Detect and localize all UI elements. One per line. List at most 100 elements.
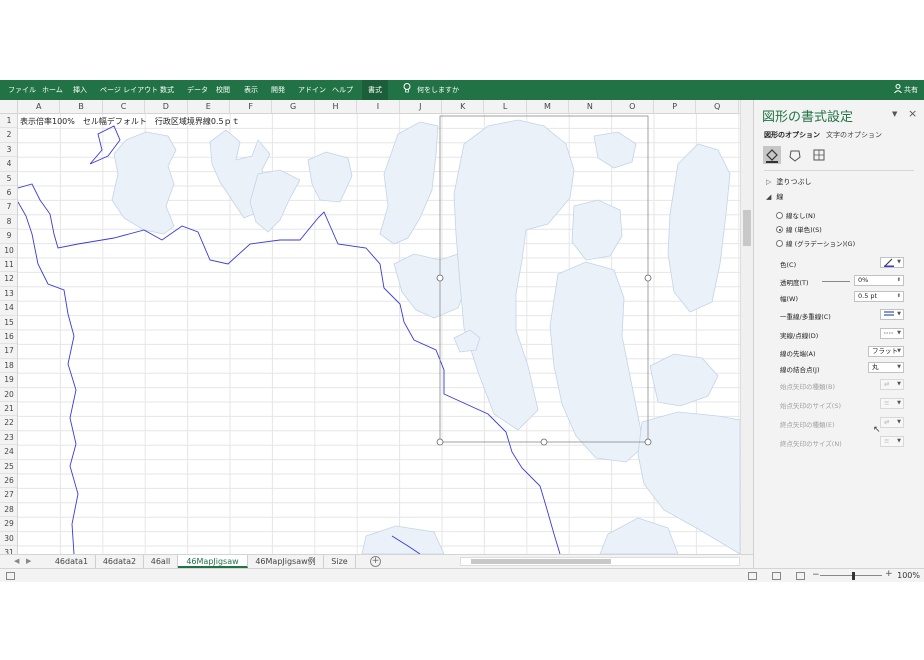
pane-options-chevron-down-icon[interactable]: ▼ bbox=[892, 110, 897, 118]
sheet-tab-size[interactable]: Size bbox=[324, 555, 356, 568]
tab-home[interactable]: ホーム bbox=[42, 80, 63, 100]
tab-help[interactable]: ヘルプ bbox=[332, 80, 353, 100]
page-layout-view-icon[interactable] bbox=[772, 572, 781, 580]
tab-view[interactable]: 表示 bbox=[244, 80, 258, 100]
row-header-9[interactable]: 9 bbox=[0, 229, 17, 244]
column-header-h[interactable]: H bbox=[315, 100, 358, 114]
sheet-tab-46all[interactable]: 46all bbox=[144, 555, 178, 568]
close-icon[interactable]: × bbox=[908, 107, 917, 120]
next-sheet-arrow[interactable]: ▶ bbox=[26, 555, 31, 568]
end-arrow-size-dropdown[interactable]: ≡ ▼ bbox=[880, 436, 904, 447]
sheet-tab-46mapjigsaw-example[interactable]: 46MapJigsaw例 bbox=[248, 555, 324, 568]
tab-formulas[interactable]: 数式 bbox=[160, 80, 174, 100]
tab-addins[interactable]: アドイン bbox=[298, 80, 326, 100]
compound-type-dropdown[interactable]: ▼ bbox=[880, 309, 904, 320]
row-header-18[interactable]: 18 bbox=[0, 359, 17, 374]
column-header-i[interactable]: I bbox=[357, 100, 400, 114]
row-header-10[interactable]: 10 bbox=[0, 244, 17, 258]
begin-arrow-type-dropdown[interactable]: ⇄ ▼ bbox=[880, 379, 904, 390]
page-break-view-icon[interactable] bbox=[796, 572, 805, 580]
column-header-l[interactable]: L bbox=[484, 100, 527, 114]
row-header-11[interactable]: 11 bbox=[0, 258, 17, 273]
map-drawing[interactable] bbox=[18, 114, 740, 554]
row-header-17[interactable]: 17 bbox=[0, 344, 17, 359]
prev-sheet-arrow[interactable]: ◀ bbox=[14, 555, 19, 568]
worksheet-grid[interactable] bbox=[18, 114, 740, 554]
row-header-2[interactable]: 2 bbox=[0, 128, 17, 143]
row-header-22[interactable]: 22 bbox=[0, 416, 17, 431]
zoom-out-icon[interactable]: − bbox=[812, 570, 820, 580]
spinner-icon[interactable]: ⬍ bbox=[897, 292, 901, 301]
row-header-16[interactable]: 16 bbox=[0, 330, 17, 345]
column-header-a[interactable]: A bbox=[18, 100, 61, 114]
row-header-31[interactable]: 31 bbox=[0, 546, 17, 554]
row-header-19[interactable]: 19 bbox=[0, 373, 17, 388]
share-button[interactable]: 共有 bbox=[894, 80, 918, 100]
column-header-b[interactable]: B bbox=[60, 100, 103, 114]
fill-line-icon[interactable] bbox=[763, 146, 781, 164]
sheet-tab-46data2[interactable]: 46data2 bbox=[96, 555, 144, 568]
cell-a1-note[interactable]: 表示倍率100% セル幅デフォルト 行政区域境界線0.5ｐｔ bbox=[20, 116, 240, 127]
spinner-icon[interactable]: ⬍ bbox=[897, 276, 901, 285]
add-sheet-button[interactable]: + bbox=[370, 556, 381, 567]
end-arrow-type-dropdown[interactable]: ⇄ ▼ bbox=[880, 417, 904, 428]
row-header-5[interactable]: 5 bbox=[0, 172, 17, 186]
column-header-d[interactable]: D bbox=[145, 100, 188, 114]
width-input[interactable]: 0.5 pt ⬍ bbox=[854, 291, 904, 302]
row-header-24[interactable]: 24 bbox=[0, 445, 17, 460]
horizontal-scroll-thumb[interactable] bbox=[471, 559, 611, 564]
column-header-j[interactable]: J bbox=[400, 100, 442, 114]
row-header-12[interactable]: 12 bbox=[0, 272, 17, 287]
row-header-15[interactable]: 15 bbox=[0, 316, 17, 330]
transparency-slider[interactable] bbox=[822, 281, 850, 282]
tab-data[interactable]: データ bbox=[187, 80, 208, 100]
column-header-q[interactable]: Q bbox=[696, 100, 739, 114]
column-header-p[interactable]: P bbox=[654, 100, 697, 114]
section-fill[interactable]: ▷ 塗りつぶし bbox=[766, 177, 811, 187]
row-header-8[interactable]: 8 bbox=[0, 215, 17, 230]
section-line[interactable]: ◢ 線 bbox=[766, 192, 783, 202]
tell-me-search[interactable]: 何をしますか bbox=[403, 80, 459, 100]
row-header-20[interactable]: 20 bbox=[0, 388, 17, 402]
size-properties-icon[interactable] bbox=[810, 146, 828, 164]
normal-view-icon[interactable] bbox=[748, 572, 757, 580]
vertical-scrollbar[interactable] bbox=[740, 100, 753, 554]
cap-type-dropdown[interactable]: フラット ▼ bbox=[868, 346, 904, 357]
effects-icon[interactable] bbox=[786, 146, 804, 164]
row-header-28[interactable]: 28 bbox=[0, 503, 17, 518]
column-header-e[interactable]: E bbox=[188, 100, 230, 114]
row-header-1[interactable]: 1 bbox=[0, 114, 17, 129]
tab-file[interactable]: ファイル bbox=[8, 80, 36, 100]
tab-text-options[interactable]: 文字のオプション bbox=[826, 130, 882, 140]
begin-arrow-size-dropdown[interactable]: ≡ ▼ bbox=[880, 398, 904, 409]
dash-type-dropdown[interactable]: ▼ bbox=[880, 328, 904, 339]
tab-insert[interactable]: 挿入 bbox=[73, 80, 87, 100]
join-type-dropdown[interactable]: 丸 ▼ bbox=[868, 362, 904, 373]
color-picker-button[interactable]: ▼ bbox=[880, 257, 904, 268]
tab-format[interactable]: 書式 bbox=[362, 80, 388, 100]
horizontal-scrollbar[interactable] bbox=[460, 557, 740, 566]
column-header-o[interactable]: O bbox=[612, 100, 654, 114]
row-header-4[interactable]: 4 bbox=[0, 157, 17, 172]
zoom-level[interactable]: 100% bbox=[897, 569, 920, 583]
sheet-tab-46mapjigsaw[interactable]: 46MapJigsaw bbox=[178, 555, 248, 568]
radio-solid-line[interactable]: 線 (単色)(S) bbox=[776, 224, 822, 234]
radio-gradient-line[interactable]: 線 (グラデーション)(G) bbox=[776, 238, 855, 248]
row-header-7[interactable]: 7 bbox=[0, 200, 17, 215]
column-header-n[interactable]: N bbox=[569, 100, 612, 114]
macro-record-icon[interactable] bbox=[6, 572, 15, 580]
column-header-g[interactable]: G bbox=[272, 100, 315, 114]
row-header-25[interactable]: 25 bbox=[0, 460, 17, 474]
zoom-in-icon[interactable]: + bbox=[885, 569, 893, 579]
row-header-26[interactable]: 26 bbox=[0, 474, 17, 489]
row-header-30[interactable]: 30 bbox=[0, 532, 17, 546]
row-header-13[interactable]: 13 bbox=[0, 287, 17, 302]
tab-review[interactable]: 校閲 bbox=[216, 80, 230, 100]
transparency-input[interactable]: 0% ⬍ bbox=[854, 275, 904, 286]
sheet-tab-46data1[interactable]: 46data1 bbox=[48, 555, 96, 568]
zoom-slider[interactable] bbox=[820, 575, 882, 576]
row-header-29[interactable]: 29 bbox=[0, 517, 17, 532]
column-header-f[interactable]: F bbox=[230, 100, 273, 114]
row-header-3[interactable]: 3 bbox=[0, 143, 17, 158]
row-header-6[interactable]: 6 bbox=[0, 186, 17, 201]
